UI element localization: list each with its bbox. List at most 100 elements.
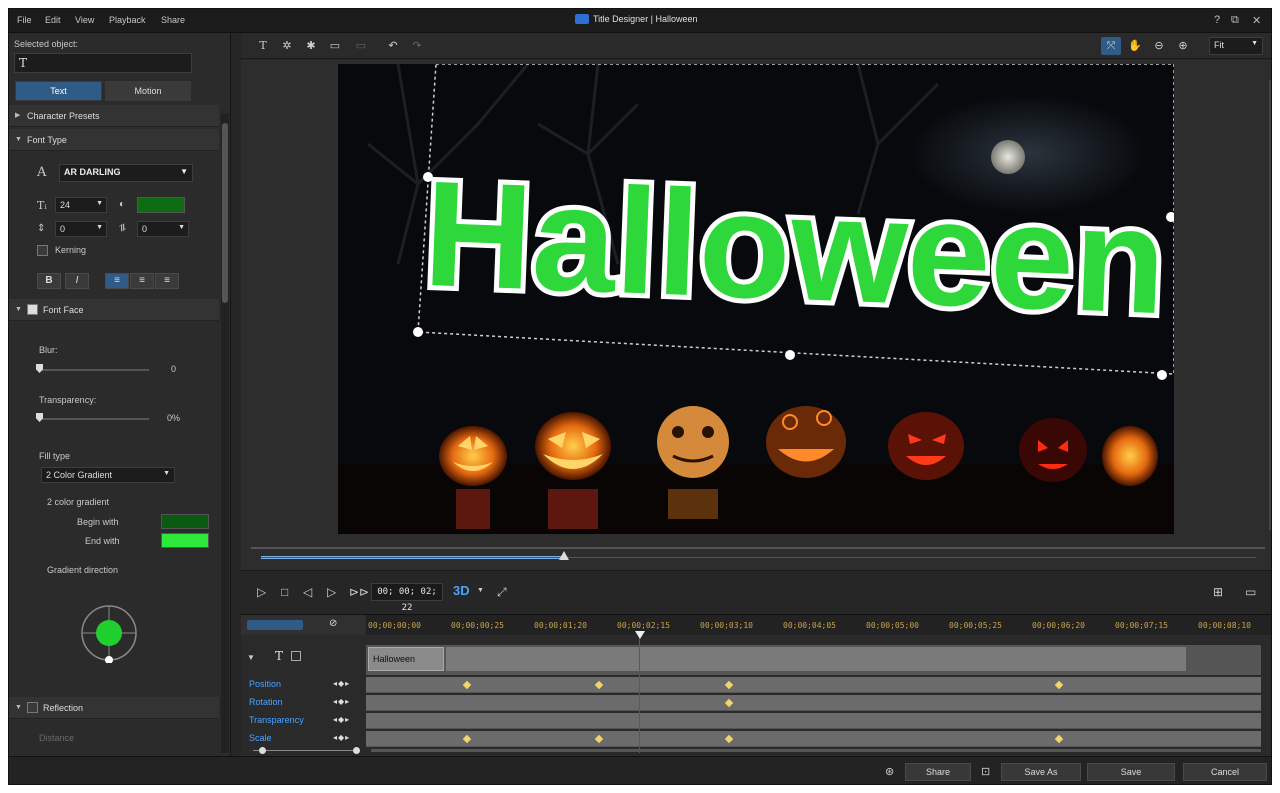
blur-slider[interactable]	[39, 369, 149, 371]
align-left-button[interactable]: ≡	[105, 273, 129, 289]
font-face-checkbox[interactable]	[27, 304, 38, 315]
menu-view[interactable]: View	[75, 15, 94, 25]
menu-file[interactable]: File	[17, 15, 32, 25]
save-button[interactable]: Save	[1087, 763, 1175, 781]
keyframe-nav-controls[interactable]: ◂◆▸	[333, 715, 350, 724]
menu-playback[interactable]: Playback	[109, 15, 146, 25]
panel-scrollbar[interactable]	[221, 113, 229, 753]
previous-frame-icon[interactable]: ◁	[303, 585, 312, 599]
restore-icon[interactable]: ⧉	[1231, 14, 1239, 27]
keyframe[interactable]	[1054, 734, 1064, 744]
clip-body[interactable]	[446, 647, 1186, 671]
preview-scrollbar[interactable]	[1269, 80, 1271, 530]
fill-type-select[interactable]: 2 Color Gradient ▼	[41, 467, 175, 483]
keyframe-nav-controls[interactable]: ◂◆▸	[333, 679, 350, 688]
preview-window-icon[interactable]: ▭	[1245, 585, 1256, 599]
keyframe-track-scale[interactable]	[366, 731, 1261, 747]
font-name-select[interactable]: AR DARLING ▼	[59, 164, 193, 182]
play-icon[interactable]: ▷	[257, 585, 266, 599]
bold-button[interactable]: B	[37, 273, 61, 289]
timecode-display[interactable]: 00; 00; 02; 22	[371, 583, 443, 613]
font-size-select[interactable]: 24 ▼	[55, 197, 107, 213]
transparency-slider-handle[interactable]	[36, 413, 43, 422]
preview-canvas[interactable]: Halloween Halloween	[338, 64, 1174, 534]
redo-icon[interactable]: ↷	[407, 37, 427, 55]
section-reflection[interactable]: ▼ Reflection	[9, 697, 219, 719]
keyframe-nav-controls[interactable]: ◂◆▸	[333, 697, 350, 706]
keyframe[interactable]	[1054, 680, 1064, 690]
section-font-type[interactable]: ▼ Font Type	[9, 129, 219, 151]
title-text[interactable]: Halloween	[421, 149, 1169, 345]
progress-track[interactable]	[261, 557, 1256, 558]
insert-effect-icon[interactable]: ✱	[301, 37, 321, 55]
keyframe[interactable]	[724, 698, 734, 708]
hand-tool-icon[interactable]: ✋	[1125, 37, 1145, 55]
keyframe-track-transparency[interactable]	[366, 713, 1261, 729]
begin-color-swatch[interactable]	[161, 514, 209, 529]
tab-text[interactable]: Text	[15, 81, 102, 101]
italic-button[interactable]: I	[65, 273, 89, 289]
undo-icon[interactable]: ↶	[383, 37, 403, 55]
reflection-checkbox[interactable]	[27, 702, 38, 713]
select-tool-icon[interactable]: ⤧	[1101, 37, 1121, 55]
safe-zone-icon[interactable]: ⊞	[1213, 585, 1223, 599]
clip-halloween[interactable]: Halloween	[368, 647, 444, 671]
playhead-handle[interactable]	[559, 551, 569, 560]
timeline-ruler[interactable]: 00;00;00;00 00;00;00;25 00;00;01;20 00;0…	[366, 615, 1271, 635]
timeline-playhead-handle[interactable]	[635, 631, 645, 639]
3d-mode-button[interactable]: 3D	[453, 583, 470, 598]
track-visibility-checkbox[interactable]	[291, 651, 301, 661]
horizontal-scrollbar[interactable]	[251, 547, 1265, 549]
close-icon[interactable]: ✕	[1252, 14, 1261, 27]
section-character-presets[interactable]: ▶ Character Presets	[9, 105, 219, 127]
align-right-button[interactable]: ≡	[155, 273, 179, 289]
menu-edit[interactable]: Edit	[45, 15, 61, 25]
insert-particle-icon[interactable]: ✲	[277, 37, 297, 55]
track-label-transparency[interactable]: Transparency	[249, 715, 304, 725]
zoom-slider-handle[interactable]	[259, 747, 266, 754]
next-frame-icon[interactable]: ▷	[327, 585, 336, 599]
timeline-settings-icon[interactable]: ⊘	[329, 618, 337, 629]
line-spacing-select[interactable]: 0 ▼	[55, 221, 107, 237]
tab-motion[interactable]: Motion	[105, 81, 191, 101]
gradient-direction-dial[interactable]	[79, 603, 139, 664]
track-label-rotation[interactable]: Rotation	[249, 697, 283, 707]
cancel-button[interactable]: Cancel	[1183, 763, 1267, 781]
insert-shape-icon[interactable]: ▭	[351, 37, 371, 55]
align-center-button[interactable]: ≡	[130, 273, 154, 289]
selected-object-field[interactable]: T	[14, 53, 192, 73]
panel-scroll-thumb[interactable]	[222, 123, 228, 303]
fullscreen-icon[interactable]: ⤢	[497, 585, 507, 600]
transparency-slider[interactable]	[39, 418, 149, 420]
kerning-checkbox[interactable]	[37, 245, 48, 256]
keyframe[interactable]	[462, 680, 472, 690]
insert-image-icon[interactable]: ▭	[325, 37, 345, 55]
save-as-button[interactable]: Save As	[1001, 763, 1081, 781]
blur-slider-handle[interactable]	[36, 364, 43, 373]
help-icon[interactable]: ?	[1214, 14, 1220, 26]
keyframe[interactable]	[724, 734, 734, 744]
track-label-scale[interactable]: Scale	[249, 733, 272, 743]
keyframe-nav-controls[interactable]: ◂◆▸	[333, 733, 350, 742]
keyframe-track-rotation[interactable]	[366, 695, 1261, 711]
timeline-playhead[interactable]	[639, 635, 640, 753]
char-spacing-select[interactable]: 0 ▼	[137, 221, 189, 237]
zoom-out-icon[interactable]: ⊖	[1149, 37, 1169, 55]
keyframe[interactable]	[724, 680, 734, 690]
share-button[interactable]: Share	[905, 763, 971, 781]
keyframe[interactable]	[594, 680, 604, 690]
zoom-slider-max[interactable]	[353, 747, 360, 754]
zoom-select[interactable]: Fit ▼	[1209, 37, 1263, 55]
stop-icon[interactable]: □	[281, 585, 288, 599]
chevron-down-icon[interactable]: ▼	[477, 587, 484, 594]
fast-forward-icon[interactable]: ⊳⊳	[349, 585, 369, 599]
insert-text-icon[interactable]: T	[253, 37, 273, 55]
timeline-zoom-slider[interactable]	[245, 747, 360, 755]
section-font-face[interactable]: ▼ Font Face	[9, 299, 219, 321]
zoom-in-icon[interactable]: ⊕	[1173, 37, 1193, 55]
menu-share[interactable]: Share	[161, 15, 185, 25]
track-label-position[interactable]: Position	[249, 679, 281, 689]
keyframe[interactable]	[594, 734, 604, 744]
keyframe-track-position[interactable]	[366, 677, 1261, 693]
timeline-horizontal-scrollbar[interactable]	[371, 749, 1261, 752]
